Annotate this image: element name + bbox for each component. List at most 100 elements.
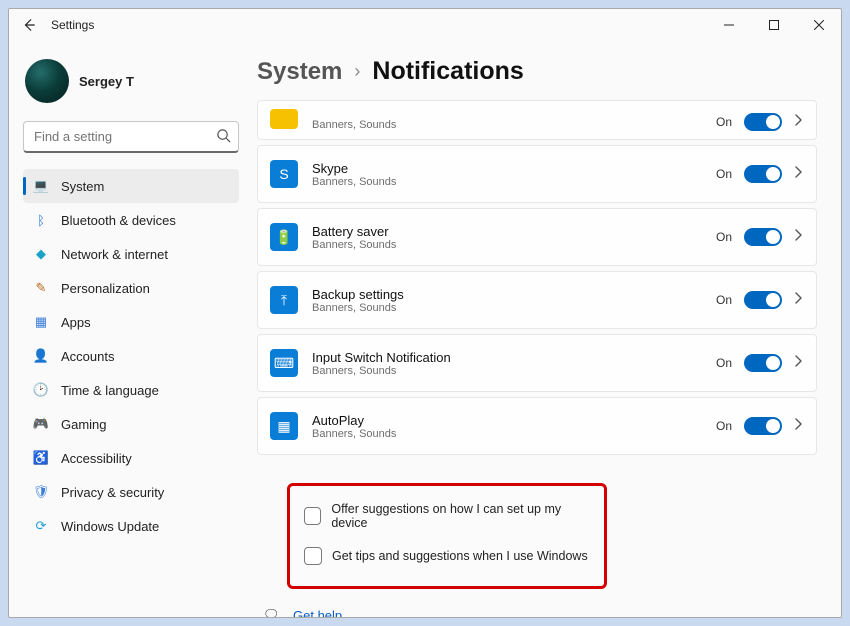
- nav-icon: ᛒ: [33, 212, 49, 228]
- search-input[interactable]: [23, 121, 239, 153]
- sidebar-item-apps[interactable]: ▦ Apps: [23, 305, 239, 339]
- sidebar-nav: 💻 System ᛒ Bluetooth & devices ◆ Network & in…: [23, 169, 239, 543]
- app-icon: ⌨: [270, 349, 298, 377]
- help-icon: 🗨: [263, 607, 279, 617]
- breadcrumb: System › Notifications: [257, 51, 817, 100]
- app-icon: S: [270, 160, 298, 188]
- sidebar-item-gaming[interactable]: 🎮Gaming: [23, 407, 239, 441]
- checkbox-row-setup-suggestions[interactable]: Offer suggestions on how I can set up my…: [304, 496, 590, 536]
- nav-icon: 💻: [33, 178, 49, 194]
- app-icon: [270, 109, 298, 129]
- nav-icon: ✎: [33, 280, 49, 296]
- avatar: [25, 59, 69, 103]
- breadcrumb-parent[interactable]: System: [257, 58, 342, 86]
- sidebar-item-windows-update[interactable]: ⟳ Windows Update: [23, 509, 239, 543]
- checkbox-label: Get tips and suggestions when I use Wind…: [332, 549, 588, 563]
- toggle-switch[interactable]: [744, 291, 782, 309]
- nav-label: Gaming: [61, 417, 107, 432]
- nav-label: Bluetooth & devices: [61, 213, 176, 228]
- app-title: Input Switch Notification: [312, 350, 716, 365]
- arrow-left-icon: [22, 18, 36, 32]
- toggle-state-label: On: [716, 115, 732, 129]
- page-title: Notifications: [372, 57, 523, 86]
- nav-icon: ◆: [33, 246, 49, 262]
- back-button[interactable]: [19, 15, 39, 35]
- app-subtitle: Banners, Sounds: [312, 302, 716, 314]
- nav-icon: 👤: [33, 348, 49, 364]
- notification-app-row[interactable]: Banners, SoundsOn: [257, 100, 817, 140]
- toggle-state-label: On: [716, 419, 732, 433]
- minimize-button[interactable]: [706, 9, 751, 41]
- user-name: Sergey T: [79, 74, 134, 89]
- app-title: Battery saver: [312, 224, 716, 239]
- chevron-right-icon: [794, 165, 802, 183]
- toggle-switch[interactable]: [744, 228, 782, 246]
- help-links: 🗨 Get help 📣 Give feedback: [257, 607, 817, 617]
- settings-window: Settings Sergey T: [8, 8, 842, 618]
- nav-label: Accessibility: [61, 451, 132, 466]
- chevron-right-icon: [794, 354, 802, 372]
- nav-icon: 🛡: [33, 484, 49, 500]
- sidebar: Sergey T 💻 System ᛒ Bluetooth & devices ◆ Net…: [9, 41, 249, 617]
- notification-app-row[interactable]: ▦ AutoPlayBanners, SoundsOn: [257, 397, 817, 455]
- chevron-right-icon: [794, 228, 802, 246]
- close-button[interactable]: [796, 9, 841, 41]
- chevron-right-icon: ›: [354, 61, 360, 82]
- notification-app-row[interactable]: S SkypeBanners, SoundsOn: [257, 145, 817, 203]
- toggle-state-label: On: [716, 293, 732, 307]
- get-help-link[interactable]: Get help: [293, 608, 342, 618]
- nav-label: Apps: [61, 315, 91, 330]
- toggle-state-label: On: [716, 356, 732, 370]
- checkbox[interactable]: [304, 507, 321, 525]
- nav-icon: 🕑: [33, 382, 49, 398]
- sidebar-item-accessibility[interactable]: ♿ Accessibility: [23, 441, 239, 475]
- checkbox-row-tips[interactable]: Get tips and suggestions when I use Wind…: [304, 536, 590, 576]
- sidebar-item-personalization[interactable]: ✎ Personalization: [23, 271, 239, 305]
- toggle-state-label: On: [716, 167, 732, 181]
- app-subtitle: Banners, Sounds: [312, 239, 716, 251]
- nav-label: Windows Update: [61, 519, 159, 534]
- toggle-switch[interactable]: [744, 354, 782, 372]
- toggle-switch[interactable]: [744, 417, 782, 435]
- app-subtitle: Banners, Sounds: [312, 365, 716, 377]
- notification-app-row[interactable]: ⤒Backup settingsBanners, SoundsOn: [257, 271, 817, 329]
- checkbox-label: Offer suggestions on how I can set up my…: [331, 502, 590, 530]
- app-subtitle: Banners, Sounds: [312, 428, 716, 440]
- suggestions-checkbox-group: Offer suggestions on how I can set up my…: [287, 483, 607, 589]
- app-icon: ▦: [270, 412, 298, 440]
- notification-app-list: Banners, SoundsOnSSkypeBanners, SoundsOn…: [257, 100, 817, 455]
- toggle-state-label: On: [716, 230, 732, 244]
- app-subtitle: Banners, Sounds: [312, 119, 716, 131]
- nav-label: System: [61, 179, 104, 194]
- toggle-switch[interactable]: [744, 165, 782, 183]
- search-icon: [216, 128, 231, 148]
- sidebar-item-privacy-security[interactable]: 🛡Privacy & security: [23, 475, 239, 509]
- maximize-icon: [769, 20, 779, 30]
- app-icon: 🔋: [270, 223, 298, 251]
- app-title: Skype: [312, 161, 716, 176]
- sidebar-item-system[interactable]: 💻 System: [23, 169, 239, 203]
- sidebar-item-bluetooth-devices[interactable]: ᛒ Bluetooth & devices: [23, 203, 239, 237]
- app-icon: ⤒: [270, 286, 298, 314]
- maximize-button[interactable]: [751, 9, 796, 41]
- nav-label: Personalization: [61, 281, 150, 296]
- sidebar-item-accounts[interactable]: 👤Accounts: [23, 339, 239, 373]
- checkbox[interactable]: [304, 547, 322, 565]
- minimize-icon: [724, 20, 734, 30]
- sidebar-item-time-language[interactable]: 🕑 Time & language: [23, 373, 239, 407]
- nav-label: Network & internet: [61, 247, 168, 262]
- notification-app-row[interactable]: 🔋 Battery saverBanners, SoundsOn: [257, 208, 817, 266]
- nav-icon: ♿: [33, 450, 49, 466]
- chevron-right-icon: [794, 417, 802, 435]
- chevron-right-icon: [794, 291, 802, 309]
- toggle-switch[interactable]: [744, 113, 782, 131]
- app-title: AutoPlay: [312, 413, 716, 428]
- sidebar-item-network-internet[interactable]: ◆ Network & internet: [23, 237, 239, 271]
- app-subtitle: Banners, Sounds: [312, 176, 716, 188]
- chevron-right-icon: [794, 113, 802, 131]
- notification-app-row[interactable]: ⌨ Input Switch NotificationBanners, Sound…: [257, 334, 817, 392]
- user-account-row[interactable]: Sergey T: [23, 55, 239, 111]
- nav-icon: ⟳: [33, 518, 49, 534]
- nav-icon: ▦: [33, 314, 49, 330]
- nav-label: Time & language: [61, 383, 159, 398]
